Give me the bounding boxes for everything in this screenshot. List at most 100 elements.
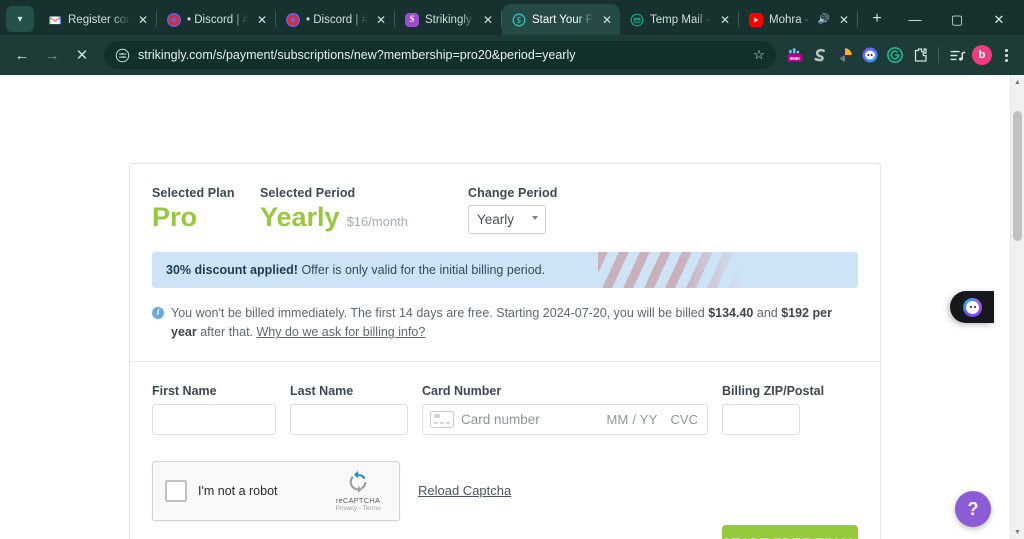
selected-plan-value: Pro: [152, 202, 198, 232]
recaptcha-widget[interactable]: I'm not a robot reCAPTCHA Privacy - Term…: [152, 460, 400, 521]
cta-block: START FREE TRIAL P Or use PayPal: [668, 524, 858, 539]
selected-plan-block: Selected Plan Pro: [152, 186, 260, 233]
banner-stripes-decoration: [598, 252, 858, 288]
tab-title: Start Your Fre: [532, 13, 594, 26]
scrollbar-thumb[interactable]: [1013, 111, 1022, 241]
tab-title: Strikingly: [425, 13, 472, 26]
page-scrollbar[interactable]: ▲ ▼: [1010, 75, 1024, 539]
browser-tab-5[interactable]: Temp Mail - D ✕: [620, 4, 738, 35]
browser-menu-icon[interactable]: [996, 44, 1016, 66]
avatar[interactable]: b: [971, 44, 993, 66]
card-expiry-placeholder: MM / YY: [606, 411, 658, 427]
discount-banner-text: Offer is only valid for the initial bill…: [297, 263, 546, 277]
tab-close-icon[interactable]: ✕: [136, 13, 150, 27]
billing-zip-input[interactable]: [722, 403, 800, 435]
tab-strip: ▾ Register confi ✕ • Discord | #o ✕ • Di…: [0, 0, 1024, 35]
first-name-field: First Name: [152, 384, 276, 435]
discord-icon: [167, 12, 181, 27]
window-close-button[interactable]: ✕: [978, 4, 1020, 35]
notice-tail: after that.: [196, 325, 257, 340]
tab-close-icon[interactable]: ✕: [374, 13, 388, 27]
ext-badge-text: 899K: [790, 56, 802, 61]
billing-notice: i You won't be billed immediately. The f…: [152, 304, 858, 343]
price-per-month: $16/month: [346, 214, 409, 229]
form-fields-row: First Name Last Name Card Number Card nu: [152, 384, 858, 435]
grammarly-extension-icon[interactable]: [884, 44, 906, 66]
browser-tab-0[interactable]: Register confi ✕: [38, 4, 156, 35]
monica-ai-extension-icon[interactable]: [859, 44, 881, 66]
last-name-label: Last Name: [290, 383, 354, 398]
notice-line1: You won't be billed immediately. The fir…: [171, 306, 705, 320]
strikingly-icon: S: [405, 12, 419, 27]
tab-title: Register confi: [68, 13, 130, 26]
puzzle-extensions-icon[interactable]: [909, 44, 931, 66]
browser-window: ▾ Register confi ✕ • Discord | #o ✕ • Di…: [0, 0, 1024, 539]
youtube-icon: [749, 12, 763, 27]
star-icon[interactable]: ☆: [750, 46, 768, 64]
toolbar-divider: [938, 47, 939, 63]
reload-captcha-link[interactable]: Reload Captcha: [418, 483, 511, 498]
tab-close-icon[interactable]: ✕: [837, 13, 851, 27]
colorzilla-extension-icon[interactable]: [834, 44, 856, 66]
tab-close-icon[interactable]: ✕: [255, 13, 269, 27]
tab-close-icon[interactable]: ✕: [481, 13, 495, 27]
window-maximize-button[interactable]: ▢: [936, 4, 978, 35]
forward-icon[interactable]: →: [38, 41, 66, 69]
card-input-group[interactable]: Card number MM / YY CVC: [422, 403, 708, 435]
period-line: Yearly $16/month: [260, 202, 468, 233]
monica-ai-bubble[interactable]: [950, 291, 994, 323]
new-tab-button[interactable]: +: [864, 6, 890, 32]
scroll-up-icon[interactable]: ▲: [1011, 75, 1024, 89]
back-icon[interactable]: ←: [8, 41, 36, 69]
first-name-label: First Name: [152, 383, 217, 398]
tab-close-icon[interactable]: ✕: [718, 13, 732, 27]
plan-row: Selected Plan Pro Selected Period Yearly…: [152, 186, 858, 234]
tune-icon[interactable]: [114, 47, 130, 63]
page-viewport: Selected Plan Pro Selected Period Yearly…: [0, 75, 1024, 539]
browser-tab-6[interactable]: Mohra - H 🔊 ✕: [739, 4, 857, 35]
recaptcha-branding: reCAPTCHA Privacy - Terms: [329, 469, 387, 512]
browser-tab-1[interactable]: • Discord | #o ✕: [157, 4, 275, 35]
discount-banner-bold: 30% discount applied!: [166, 263, 298, 277]
last-name-field: Last Name: [290, 384, 408, 435]
start-free-trial-button[interactable]: START FREE TRIAL: [722, 524, 858, 539]
billing-zip-field: Billing ZIP/Postal: [722, 384, 824, 435]
browser-tab-2[interactable]: • Discord | #s ✕: [276, 4, 394, 35]
card-number-field: Card Number Card number MM / YY CVC: [422, 384, 708, 435]
browser-tab-3[interactable]: S Strikingly ✕: [395, 4, 501, 35]
recaptcha-checkbox[interactable]: [165, 479, 187, 502]
help-button[interactable]: ?: [955, 491, 991, 527]
tab-close-icon[interactable]: ✕: [600, 13, 614, 27]
selected-period-label: Selected Period: [260, 186, 356, 200]
period-select-wrap: YearlyMonthly: [468, 205, 546, 234]
tab-search-icon[interactable]: ▾: [6, 6, 34, 32]
strikingly-teal-icon: [512, 12, 526, 27]
discount-banner: 30% discount applied! Offer is only vali…: [152, 252, 858, 288]
tab-separator: [857, 11, 858, 27]
notice-between: and: [753, 306, 782, 320]
address-bar[interactable]: strikingly.com/s/payment/subscriptions/n…: [104, 41, 776, 69]
stop-loading-icon[interactable]: ✕: [68, 41, 96, 69]
tempmail-icon: [630, 13, 644, 27]
info-icon: i: [152, 307, 164, 319]
first-name-input[interactable]: [152, 403, 276, 435]
playlist-icon[interactable]: [946, 44, 968, 66]
gmail-icon: [48, 13, 62, 27]
subscription-card: Selected Plan Pro Selected Period Yearly…: [129, 163, 881, 539]
tab-audio-speaker-icon[interactable]: 🔊: [817, 13, 831, 27]
plan-summary-section: Selected Plan Pro Selected Period Yearly…: [130, 164, 880, 362]
window-minimize-button[interactable]: —: [894, 4, 936, 35]
similarweb-extension-icon[interactable]: [809, 44, 831, 66]
scroll-down-icon[interactable]: ▼: [1011, 525, 1024, 539]
credit-card-icon: [430, 410, 454, 428]
extension-icons: 899K b: [784, 44, 1016, 66]
last-name-input[interactable]: [290, 403, 408, 435]
recaptcha-icon: [329, 469, 387, 495]
browser-tab-4-active[interactable]: Start Your Fre ✕: [502, 4, 620, 35]
payment-form-section: First Name Last Name Card Number Card nu: [130, 362, 880, 539]
card-cvc-placeholder: CVC: [670, 411, 698, 427]
views-counter-extension-icon[interactable]: 899K: [784, 44, 806, 66]
period-select[interactable]: YearlyMonthly: [468, 205, 546, 234]
billing-info-link[interactable]: Why do we ask for billing info?: [257, 325, 426, 339]
browser-toolbar: ← → ✕ strikingly.com/s/payment/subscript…: [0, 35, 1024, 75]
